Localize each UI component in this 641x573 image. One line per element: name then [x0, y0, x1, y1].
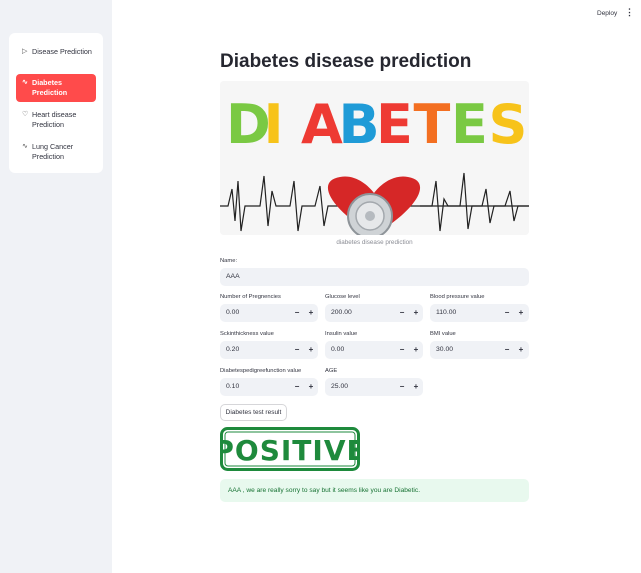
minus-icon[interactable]: −	[290, 304, 304, 322]
sidebar-item-lung-cancer-prediction[interactable]: ∿ Lung Cancer Prediction	[16, 138, 96, 166]
minus-icon[interactable]: −	[395, 341, 409, 359]
diabetes-hero-illustration: DI ABE T E S	[220, 81, 529, 235]
blood-pressure-label: Blood pressure value	[430, 294, 485, 300]
age-label: AGE	[325, 368, 338, 374]
hero-letter: A	[301, 93, 343, 156]
plus-icon[interactable]: +	[514, 341, 528, 359]
pregnancies-stepper[interactable]: 0.00 − +	[220, 304, 318, 322]
age-stepper[interactable]: 25.00 − +	[325, 378, 423, 396]
age-value[interactable]: 25.00	[331, 378, 348, 396]
sidebar-item-label: Disease Prediction	[32, 47, 92, 56]
sidebar-item-label: Heart disease Prediction	[32, 110, 77, 129]
minus-icon[interactable]: −	[395, 378, 409, 396]
hero-letter: T	[414, 93, 451, 156]
stamp-text: POSITIVE	[220, 434, 360, 467]
plus-icon[interactable]: +	[409, 341, 423, 359]
bmi-label: BMI value	[430, 331, 456, 337]
plus-icon[interactable]: +	[514, 304, 528, 322]
pedigree-function-value[interactable]: 0.10	[226, 378, 239, 396]
hero-letter: S	[489, 93, 528, 156]
pedigree-function-label: Diabetespedigreefunction value	[220, 368, 302, 374]
pulse-icon: ∿	[22, 143, 28, 150]
insulin-stepper[interactable]: 0.00 − +	[325, 341, 423, 359]
glucose-label: Glucose level	[325, 294, 360, 300]
minus-icon[interactable]: −	[395, 304, 409, 322]
result-alert: AAA , we are really sorry to say but it …	[220, 479, 529, 502]
diabetes-test-result-button[interactable]: Diabetes test result	[220, 404, 287, 421]
insulin-label: Insulin value	[325, 331, 358, 337]
sidebar-item-label: Diabetes Prediction	[32, 78, 68, 97]
hero-letter: E	[451, 93, 488, 156]
name-input[interactable]: AAA	[220, 268, 529, 286]
deploy-button[interactable]: Deploy	[597, 10, 617, 17]
pulse-icon: ∿	[22, 79, 28, 86]
hero-letter: E	[376, 93, 413, 156]
blood-pressure-stepper[interactable]: 110.00 − +	[430, 304, 529, 322]
insulin-value[interactable]: 0.00	[331, 341, 344, 359]
pregnancies-label: Number of Pregnencies	[220, 294, 281, 300]
bmi-value[interactable]: 30.00	[436, 341, 453, 359]
sidebar-item-disease-prediction[interactable]: ▷ Disease Prediction	[16, 43, 96, 71]
hero-letter: B	[339, 93, 380, 156]
diabetes-hero-image: DIABETES	[220, 81, 529, 235]
sidebar-nav: ▷ Disease Prediction ∿ Diabetes Predicti…	[9, 33, 103, 173]
minus-icon[interactable]: −	[290, 378, 304, 396]
pedigree-function-stepper[interactable]: 0.10 − +	[220, 378, 318, 396]
plus-icon[interactable]: +	[304, 378, 318, 396]
minus-icon[interactable]: −	[500, 304, 514, 322]
minus-icon[interactable]: −	[500, 341, 514, 359]
image-caption: diabetes disease prediction	[336, 239, 413, 246]
plus-icon[interactable]: +	[304, 341, 318, 359]
page-title: Diabetes disease prediction	[220, 51, 472, 72]
play-icon: ▷	[22, 48, 28, 55]
minus-icon[interactable]: −	[290, 341, 304, 359]
bmi-stepper[interactable]: 30.00 − +	[430, 341, 529, 359]
sidebar-item-heart-disease-prediction[interactable]: ♡ Heart disease Prediction	[16, 106, 96, 134]
positive-stamp: POSITIVE	[213, 427, 366, 471]
hero-letter: I	[264, 93, 284, 156]
sidebar-item-label: Lung Cancer Prediction	[32, 142, 74, 161]
plus-icon[interactable]: +	[304, 304, 318, 322]
sidebar-item-diabetes-prediction[interactable]: ∿ Diabetes Prediction	[16, 74, 96, 102]
glucose-value[interactable]: 200.00	[331, 304, 352, 322]
main-menu-icon[interactable]: ⋮	[625, 8, 634, 17]
plus-icon[interactable]: +	[409, 378, 423, 396]
pregnancies-value[interactable]: 0.00	[226, 304, 239, 322]
sidebar: ▷ Disease Prediction ∿ Diabetes Predicti…	[0, 0, 112, 573]
plus-icon[interactable]: +	[409, 304, 423, 322]
name-label: Name:	[220, 258, 238, 264]
positive-stamp-image: POSITIVE	[213, 427, 366, 471]
glucose-stepper[interactable]: 200.00 − +	[325, 304, 423, 322]
skin-thickness-stepper[interactable]: 0.20 − +	[220, 341, 318, 359]
heart-icon: ♡	[22, 111, 29, 118]
blood-pressure-value[interactable]: 110.00	[436, 304, 456, 322]
skin-thickness-label: Sckinthickness value	[220, 331, 274, 337]
skin-thickness-value[interactable]: 0.20	[226, 341, 239, 359]
